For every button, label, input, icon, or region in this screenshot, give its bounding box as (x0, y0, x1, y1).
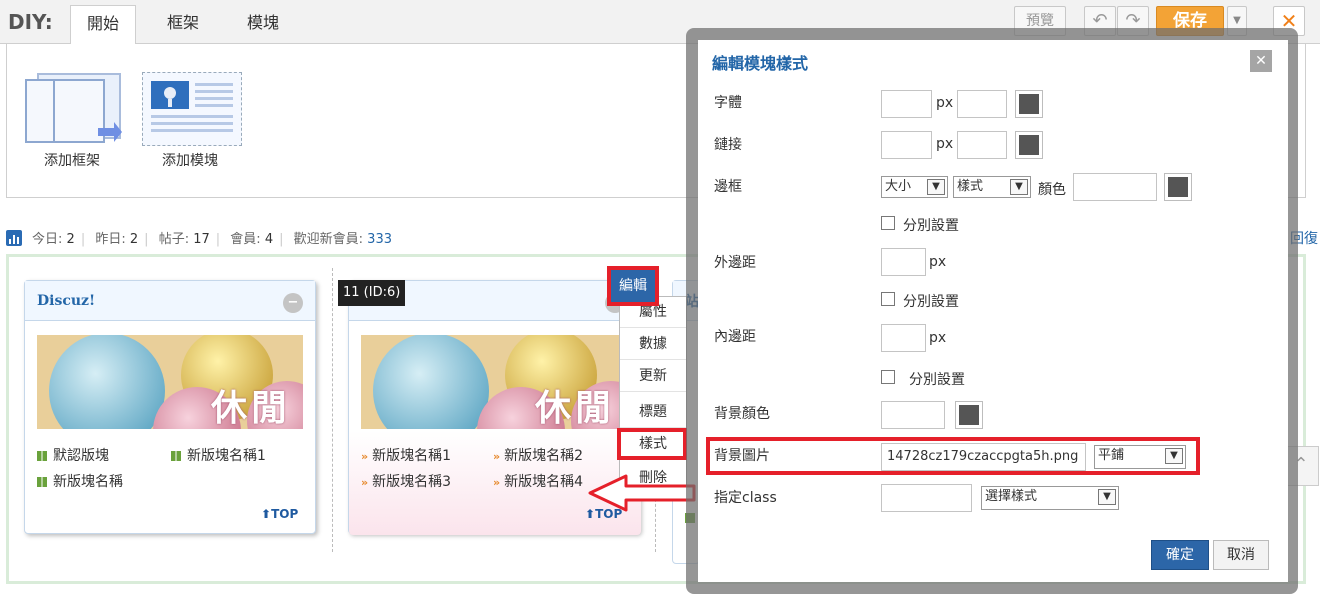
list-item[interactable]: 默認版塊 (37, 445, 109, 465)
tab-frame[interactable]: 框架 (150, 5, 216, 45)
dialog-title: 編輯模塊樣式 (712, 54, 809, 73)
menu-item-data[interactable]: 數據 (620, 328, 686, 360)
stat-posts-value: 17 (193, 232, 210, 247)
list-item[interactable]: » 新版塊名稱4 (493, 471, 583, 491)
unit-label: px (936, 136, 954, 152)
border-size-select[interactable]: 大小 ▼ (881, 176, 948, 198)
border-separate-checkbox[interactable] (881, 216, 895, 230)
padding-separate-checkbox[interactable] (881, 370, 895, 384)
list-item[interactable]: » 新版塊名稱2 (493, 445, 583, 465)
stat-today-label: 今日: (32, 232, 63, 247)
stat-today-value: 2 (66, 232, 75, 247)
bg-repeat-select[interactable]: 平鋪 ▼ (1094, 445, 1186, 469)
stat-yesterday-value: 2 (129, 232, 139, 247)
stats-summary: 今日: 2 | 昨日: 2 | 帖子: 17 | 會員: 4 | 歡迎新會員: 333 (32, 232, 392, 247)
color-swatch-icon (1019, 94, 1039, 114)
welcome-user-link[interactable]: 333 (367, 232, 392, 247)
stat-welcome-label: 歡迎新會員: (293, 232, 364, 247)
border-color-label: 顏色 (1038, 182, 1066, 198)
unit-label: px (936, 95, 954, 111)
font-label: 字體 (714, 95, 742, 111)
list-item[interactable]: » 新版塊名稱1 (361, 445, 451, 465)
confirm-button[interactable]: 確定 (1151, 540, 1209, 570)
menu-item-refresh[interactable]: 更新 (620, 360, 686, 392)
margin-label: 外邊距 (714, 255, 756, 271)
chevron-down-icon: ▼ (927, 179, 945, 195)
unit-label: px (929, 330, 947, 346)
padding-label: 內邊距 (714, 329, 756, 345)
stat-posts-label: 帖子: (158, 232, 190, 247)
chevron-down-icon: ▼ (1233, 15, 1241, 26)
diy-label: DIY: (8, 10, 53, 34)
banner-image: 休閒 (361, 335, 627, 429)
class-input[interactable] (881, 484, 972, 512)
margin-input[interactable] (881, 248, 926, 276)
banner-image: 休閒 (37, 335, 303, 429)
padding-separate-label: 分別設置 (909, 372, 965, 388)
menu-item-title[interactable]: 標題 (620, 396, 686, 428)
link-label: 鏈接 (714, 137, 742, 153)
bg-image-input[interactable]: 14728cz179czaccpgta5h.png (881, 443, 1086, 471)
margin-separate-label: 分別設置 (903, 294, 959, 310)
border-label: 邊框 (714, 179, 742, 195)
annotation-arrow-icon (586, 470, 698, 516)
color-swatch-icon (1168, 177, 1188, 197)
class-label: 指定class (714, 490, 777, 506)
link-size-input[interactable] (881, 131, 932, 159)
add-module-icon[interactable] (142, 72, 242, 146)
font-size-input[interactable] (881, 90, 932, 118)
padding-input[interactable] (881, 324, 926, 352)
unit-label: px (929, 254, 947, 270)
link-line-height-input[interactable] (957, 131, 1007, 159)
font-line-height-input[interactable] (957, 90, 1007, 118)
bg-color-picker-button[interactable] (955, 401, 983, 429)
close-icon: ✕ (1255, 53, 1267, 69)
tab-start[interactable]: 開始 (70, 5, 136, 45)
top-link[interactable]: ⬆TOP (261, 507, 298, 521)
arrow-up-icon: ⬆ (261, 507, 272, 521)
stats-chart-icon (6, 230, 22, 246)
chevron-down-icon: ▼ (1010, 179, 1028, 195)
bg-color-label: 背景顏色 (714, 406, 770, 422)
cancel-button[interactable]: 取消 (1213, 540, 1269, 570)
card-header: Discuz! − (25, 281, 315, 321)
list-item[interactable]: 新版塊名稱 (37, 471, 123, 491)
border-color-picker-button[interactable] (1164, 173, 1192, 201)
class-select[interactable]: 選擇樣式 ▼ (981, 486, 1119, 510)
list-item[interactable]: 新版塊名稱1 (171, 445, 266, 465)
stat-members-value: 4 (264, 232, 274, 247)
color-swatch-icon (1019, 135, 1039, 155)
font-color-picker-button[interactable] (1015, 90, 1043, 118)
list-item[interactable]: » 新版塊名稱3 (361, 471, 451, 491)
collapse-icon[interactable]: − (283, 293, 303, 313)
add-frame-icon[interactable] (24, 72, 124, 146)
column-divider (332, 268, 333, 552)
bg-color-input[interactable] (881, 401, 945, 429)
banner-text: 休閒 (210, 387, 291, 429)
bg-image-label: 背景圖片 (714, 448, 770, 464)
style-highlight-box (617, 428, 687, 460)
chevron-down-icon: ▼ (1165, 448, 1183, 464)
forum-card[interactable]: Discuz! − 休閒 默認版塊 新版塊名稱1 新版塊名稱 ⬆TOP (24, 280, 316, 534)
add-frame-label: 添加框架 (44, 153, 100, 169)
card-title: Discuz! (37, 293, 96, 309)
link-color-picker-button[interactable] (1015, 131, 1043, 159)
add-module-label: 添加模塊 (162, 153, 218, 169)
tab-module[interactable]: 模塊 (230, 5, 296, 45)
banner-text: 休閒 (534, 387, 615, 429)
color-swatch-icon (959, 405, 979, 425)
margin-separate-checkbox[interactable] (881, 292, 895, 306)
border-separate-label: 分別設置 (903, 218, 959, 234)
stat-members-label: 會員: (230, 232, 261, 247)
dialog-close-button[interactable]: ✕ (1250, 50, 1272, 72)
border-style-select[interactable]: 樣式 ▼ (953, 176, 1031, 198)
edit-button[interactable]: 編輯 (611, 270, 655, 302)
block-id-label: 11 (ID:6) (338, 280, 406, 306)
border-color-input[interactable] (1073, 173, 1157, 201)
chevron-down-icon: ▼ (1098, 489, 1116, 505)
stat-yesterday-label: 昨日: (95, 232, 126, 247)
